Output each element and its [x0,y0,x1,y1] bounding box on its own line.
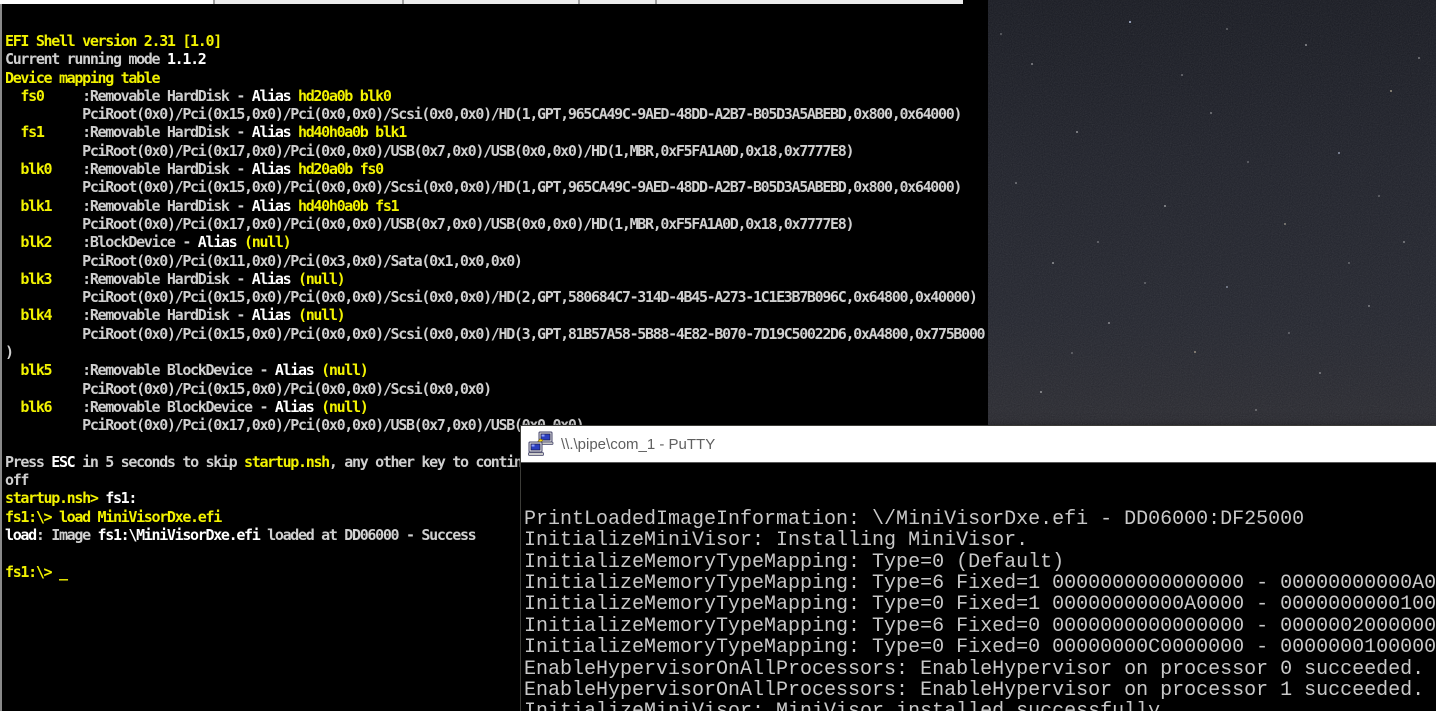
terminal-line: InitializeMiniVisor: MiniVisor installed… [524,701,1436,711]
terminal-line: InitializeMemoryTypeMapping: Type=0 Fixe… [524,594,1436,615]
terminal-line: blk3 :Removable HardDisk - Alias (null) [5,270,988,288]
terminal-line: PrintLoadedImageInformation: \/MiniVisor… [524,509,1436,530]
terminal-line: EFI Shell version 2.31 [1.0] [5,32,988,50]
putty-terminal-lines: PrintLoadedImageInformation: \/MiniVisor… [524,509,1436,711]
putty-terminal[interactable]: PrintLoadedImageInformation: \/MiniVisor… [521,463,1436,711]
terminal-line: PciRoot(0x0)/Pci(0x11,0x0)/Pci(0x3,0x0)/… [5,252,988,270]
terminal-line: InitializeMiniVisor: Installing MiniViso… [524,530,1436,551]
terminal-line: blk6 :Removable BlockDevice - Alias (nul… [5,398,988,416]
terminal-line: InitializeMemoryTypeMapping: Type=6 Fixe… [524,616,1436,637]
terminal-line: PciRoot(0x0)/Pci(0x17,0x0)/Pci(0x0,0x0)/… [5,142,988,160]
terminal-line: InitializeMemoryTypeMapping: Type=0 Fixe… [524,637,1436,658]
terminal-line: Current running mode 1.1.2 [5,50,988,68]
terminal-line: PciRoot(0x0)/Pci(0x15,0x0)/Pci(0x0,0x0)/… [5,105,988,123]
putty-titlebar[interactable]: \\.\pipe\com_1 - PuTTY [521,426,1436,463]
terminal-line: PciRoot(0x0)/Pci(0x15,0x0)/Pci(0x0,0x0)/… [5,288,988,306]
terminal-line: blk2 :BlockDevice - Alias (null) [5,233,988,251]
terminal-line: ) [5,343,988,361]
putty-window: \\.\pipe\com_1 - PuTTY PrintLoadedImageI… [520,425,1436,711]
terminal-line: PciRoot(0x0)/Pci(0x15,0x0)/Pci(0x0,0x0)/… [5,325,988,343]
terminal-line: EnableHypervisorOnAllProcessors: EnableH… [524,659,1436,680]
terminal-line: InitializeMemoryTypeMapping: Type=0 (Def… [524,552,1436,573]
terminal-line: Device mapping table [5,69,988,87]
terminal-line: fs1 :Removable HardDisk - Alias hd40h0a0… [5,123,988,141]
terminal-line: PciRoot(0x0)/Pci(0x15,0x0)/Pci(0x0,0x0)/… [5,178,988,196]
putty-window-title: \\.\pipe\com_1 - PuTTY [561,436,715,453]
terminal-line: fs0 :Removable HardDisk - Alias hd20a0b … [5,87,988,105]
terminal-line: PciRoot(0x0)/Pci(0x15,0x0)/Pci(0x0,0x0)/… [5,380,988,398]
terminal-line: InitializeMemoryTypeMapping: Type=6 Fixe… [524,573,1436,594]
terminal-line: blk4 :Removable HardDisk - Alias (null) [5,306,988,324]
terminal-line: blk0 :Removable HardDisk - Alias hd20a0b… [5,160,988,178]
terminal-line: EnableHypervisorOnAllProcessors: EnableH… [524,680,1436,701]
terminal-line: PciRoot(0x0)/Pci(0x17,0x0)/Pci(0x0,0x0)/… [5,215,988,233]
terminal-line: blk5 :Removable BlockDevice - Alias (nul… [5,361,988,379]
terminal-line: blk1 :Removable HardDisk - Alias hd40h0a… [5,197,988,215]
putty-icon[interactable] [528,431,554,457]
